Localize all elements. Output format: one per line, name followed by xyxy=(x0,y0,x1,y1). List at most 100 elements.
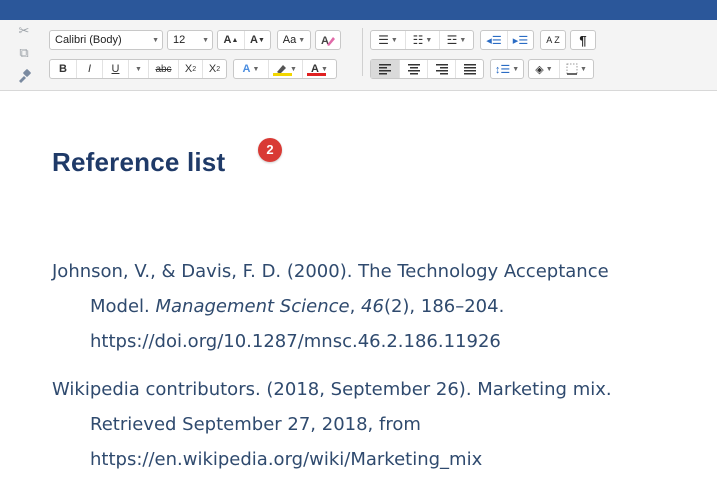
decrease-indent-button[interactable]: ◂☰ xyxy=(481,31,507,49)
font-color-swatch xyxy=(307,73,326,76)
reference-text: Model. xyxy=(90,296,156,317)
text-style-group: B I U ▼ abc X2 X2 xyxy=(49,59,227,79)
font-row: Calibri (Body) ▼ 12 ▼ A ▲ A ▼ Aa ▼ A xyxy=(49,30,345,50)
align-center-button[interactable] xyxy=(399,60,427,78)
borders-button[interactable]: ▼ xyxy=(559,60,593,78)
underline-button[interactable]: U xyxy=(102,60,128,78)
chevron-down-icon: ▼ xyxy=(545,65,553,73)
shading-border-group: ◈ ▼ ▼ xyxy=(528,59,594,79)
grow-font-label: A xyxy=(223,34,232,46)
cut-icon[interactable]: ✂ xyxy=(16,24,32,40)
strikethrough-button[interactable]: abc xyxy=(148,60,178,78)
chevron-down-icon: ▼ xyxy=(152,36,159,44)
change-case-label: Aa xyxy=(282,34,297,46)
numbering-button[interactable]: ☷ ▼ xyxy=(405,31,439,49)
chevron-down-icon: ▼ xyxy=(321,65,328,73)
shrink-font-label: A xyxy=(250,34,258,46)
line-spacing-button[interactable]: ↕☰ ▼ xyxy=(490,59,524,79)
highlight-swatch xyxy=(273,73,292,76)
grow-font-button[interactable]: A ▲ xyxy=(218,31,244,49)
paragraph-row: ☰ ▼ ☷ ▼ ☲ ▼ ◂☰ ▸☰ A Z ¶ xyxy=(370,30,600,50)
chevron-down-icon: ▼ xyxy=(298,36,306,44)
reference-link[interactable]: https://en.wikipedia.org/wiki/Marketing_… xyxy=(52,442,702,477)
superscript-button[interactable]: X2 xyxy=(202,60,226,78)
formatting-ribbon: ✂ ⧉ Calibri (Body) ▼ 12 ▼ A▲ A▼ Aa▼ A xyxy=(0,20,717,91)
change-case-button[interactable]: Aa ▼ xyxy=(277,30,311,50)
bullets-button[interactable]: ☰ ▼ xyxy=(371,31,405,49)
text-effects-label: A xyxy=(242,63,251,75)
title-bar xyxy=(0,0,717,20)
italic-button[interactable]: I xyxy=(76,60,102,78)
multilevel-list-button[interactable]: ☲ ▼ xyxy=(439,31,473,49)
indent-group: ◂☰ ▸☰ xyxy=(480,30,534,50)
alignment-row: ↕☰ ▼ ◈ ▼ ▼ xyxy=(370,59,600,79)
clear-formatting-button[interactable]: A xyxy=(315,30,341,50)
underline-label: U xyxy=(111,63,120,75)
reference-line: Model. Management Science, 46(2), 186–20… xyxy=(52,289,702,324)
pilcrow-icon: ¶ xyxy=(579,32,587,48)
step-badge: 2 xyxy=(258,138,282,162)
underline-dropdown[interactable]: ▼ xyxy=(128,60,148,78)
align-right-button[interactable] xyxy=(427,60,455,78)
chevron-down-icon: ▼ xyxy=(459,36,467,44)
reference-line: Retrieved September 27, 2018, from xyxy=(90,414,421,435)
text-effects-button[interactable]: A ▼ xyxy=(234,60,268,78)
strikethrough-label: abc xyxy=(155,63,172,75)
show-formatting-button[interactable]: ¶ xyxy=(570,30,596,50)
superscript-label: X xyxy=(208,63,217,75)
subscript-label: X xyxy=(184,63,193,75)
reference-link[interactable]: https://doi.org/10.1287/mnsc.46.2.186.11… xyxy=(52,324,702,359)
font-name-value: Calibri (Body) xyxy=(55,34,122,46)
bold-button[interactable]: B xyxy=(50,60,76,78)
copy-icon[interactable]: ⧉ xyxy=(16,46,32,62)
sort-button[interactable]: A Z xyxy=(540,30,566,50)
shrink-font-button[interactable]: A ▼ xyxy=(244,31,270,49)
chevron-down-icon: ▼ xyxy=(135,65,142,73)
list-group: ☰ ▼ ☷ ▼ ☲ ▼ xyxy=(370,30,474,50)
align-left-button[interactable] xyxy=(371,60,399,78)
align-right-icon xyxy=(435,63,448,74)
font-name-dropdown[interactable]: Calibri (Body) ▼ xyxy=(49,30,163,50)
alignment-group xyxy=(370,59,484,79)
reference-line: Johnson, V., & Davis, F. D. (2000). The … xyxy=(52,261,609,282)
chevron-down-icon: ▼ xyxy=(512,65,520,73)
clear-formatting-icon: A xyxy=(321,35,335,47)
highlight-button[interactable]: ▼ xyxy=(268,60,302,78)
reference-entry: Wikipedia contributors. (2018, September… xyxy=(52,372,702,477)
paint-bucket-icon: ◈ xyxy=(535,63,544,76)
bullet-list-icon: ☰ xyxy=(378,33,389,47)
increase-indent-button[interactable]: ▸☰ xyxy=(507,31,533,49)
document-page[interactable]: Reference list 2 Johnson, V., & Davis, F… xyxy=(0,91,717,502)
reference-entry: Johnson, V., & Davis, F. D. (2000). The … xyxy=(52,254,702,359)
justify-icon xyxy=(463,63,476,74)
caret-up-icon: ▲ xyxy=(231,36,239,44)
multilevel-list-icon: ☲ xyxy=(446,33,458,47)
clipboard-group: ✂ ⧉ xyxy=(8,22,38,88)
italic-label: I xyxy=(87,63,92,75)
chevron-down-icon: ▼ xyxy=(425,36,433,44)
line-spacing-icon: ↕☰ xyxy=(494,63,511,76)
shading-button[interactable]: ◈ ▼ xyxy=(529,60,559,78)
decrease-indent-icon: ◂☰ xyxy=(486,34,502,47)
caret-down-icon: ▼ xyxy=(258,36,265,44)
increase-indent-icon: ▸☰ xyxy=(512,34,529,47)
style-row: B I U ▼ abc X2 X2 A ▼ ▼ A ▼ xyxy=(49,59,343,79)
font-color-button[interactable]: A ▼ xyxy=(302,60,336,78)
chevron-down-icon: ▼ xyxy=(202,36,209,44)
superscript-mark: 2 xyxy=(216,65,221,73)
format-painter-icon[interactable] xyxy=(16,68,32,84)
ribbon-divider xyxy=(362,28,363,76)
font-size-value: 12 xyxy=(173,34,186,46)
justify-button[interactable] xyxy=(455,60,483,78)
subscript-mark: 2 xyxy=(192,65,197,73)
align-left-icon xyxy=(379,63,391,74)
reference-text: (2), 186–204. xyxy=(383,296,505,317)
sort-icon: A Z xyxy=(546,35,560,45)
chevron-down-icon: ▼ xyxy=(580,65,587,73)
bold-label: B xyxy=(59,63,67,75)
reference-line: Wikipedia contributors. (2018, September… xyxy=(52,379,612,400)
chevron-down-icon: ▼ xyxy=(290,65,297,73)
page-title: Reference list xyxy=(52,147,226,177)
subscript-button[interactable]: X2 xyxy=(178,60,202,78)
font-size-dropdown[interactable]: 12 ▼ xyxy=(167,30,213,50)
